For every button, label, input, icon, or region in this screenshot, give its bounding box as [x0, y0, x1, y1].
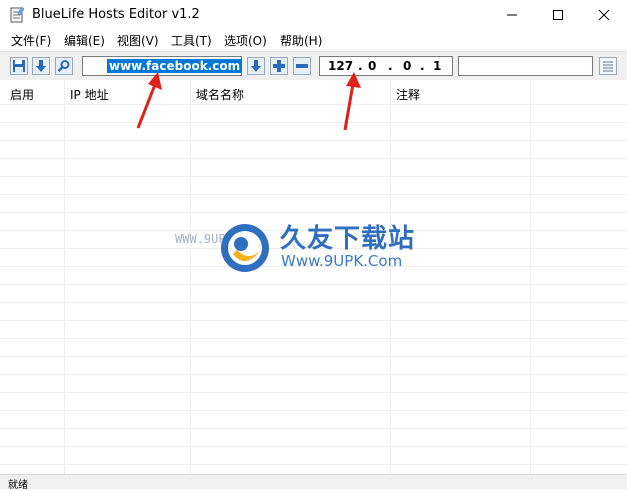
- watermark-logo-icon: [221, 224, 269, 272]
- list-icon: [603, 61, 613, 72]
- minus-icon: [296, 64, 308, 68]
- column-header-domain[interactable]: 域名名称: [196, 86, 244, 103]
- maximize-button[interactable]: [535, 0, 581, 30]
- notepad-icon: [10, 6, 25, 23]
- arrow-down-icon: [251, 60, 261, 72]
- column-header-ip[interactable]: IP 地址: [70, 86, 109, 103]
- column-header-enabled[interactable]: 启用: [10, 86, 34, 103]
- remove-button[interactable]: [293, 57, 311, 75]
- menu-options[interactable]: 选项(O): [224, 32, 267, 49]
- watermark-title: 久友下载站: [280, 224, 416, 254]
- ip-octet-3: 0: [403, 59, 412, 73]
- title-bar: BlueLife Hosts Editor v1.2: [0, 0, 627, 30]
- menu-file[interactable]: 文件(F): [11, 32, 51, 49]
- menu-tools[interactable]: 工具(T): [171, 32, 212, 49]
- search-button[interactable]: [55, 57, 73, 75]
- plus-icon: [273, 60, 285, 72]
- add-button[interactable]: [270, 57, 288, 75]
- menu-bar: 文件(F) 编辑(E) 视图(V) 工具(T) 选项(O) 帮助(H): [0, 30, 627, 50]
- minimize-icon: [507, 14, 517, 16]
- window-title: BlueLife Hosts Editor v1.2: [32, 7, 200, 22]
- watermark: WWW.9UPK.COM 久友下载站 Www.9UPK.Com: [175, 212, 430, 288]
- download-button[interactable]: [32, 57, 50, 75]
- toolbar: www.facebook.com 127 . 0 . 0 . 1: [0, 51, 627, 81]
- comment-input[interactable]: [458, 56, 593, 76]
- close-button[interactable]: [581, 0, 627, 30]
- status-text: 就绪: [8, 480, 28, 491]
- close-icon: [598, 9, 610, 21]
- minimize-button[interactable]: [489, 0, 535, 30]
- save-button[interactable]: [10, 57, 28, 75]
- status-bar: 就绪: [0, 474, 627, 491]
- ip-dot: .: [420, 59, 425, 73]
- arrow-down-icon: [36, 60, 46, 72]
- list-view-button[interactable]: [599, 57, 617, 75]
- menu-view[interactable]: 视图(V): [117, 32, 159, 49]
- watermark-url: Www.9UPK.Com: [281, 252, 403, 270]
- ip-dot: .: [388, 59, 393, 73]
- add-down-button[interactable]: [247, 57, 265, 75]
- annotation-arrow: [136, 72, 162, 129]
- search-icon: [57, 60, 70, 72]
- floppy-disk-icon: [13, 60, 25, 72]
- menu-help[interactable]: 帮助(H): [280, 32, 322, 49]
- menu-edit[interactable]: 编辑(E): [64, 32, 105, 49]
- column-header-comment[interactable]: 注释: [396, 86, 420, 103]
- annotation-arrow: [343, 72, 361, 131]
- maximize-icon: [553, 10, 563, 20]
- ip-octet-4: 1: [433, 59, 442, 73]
